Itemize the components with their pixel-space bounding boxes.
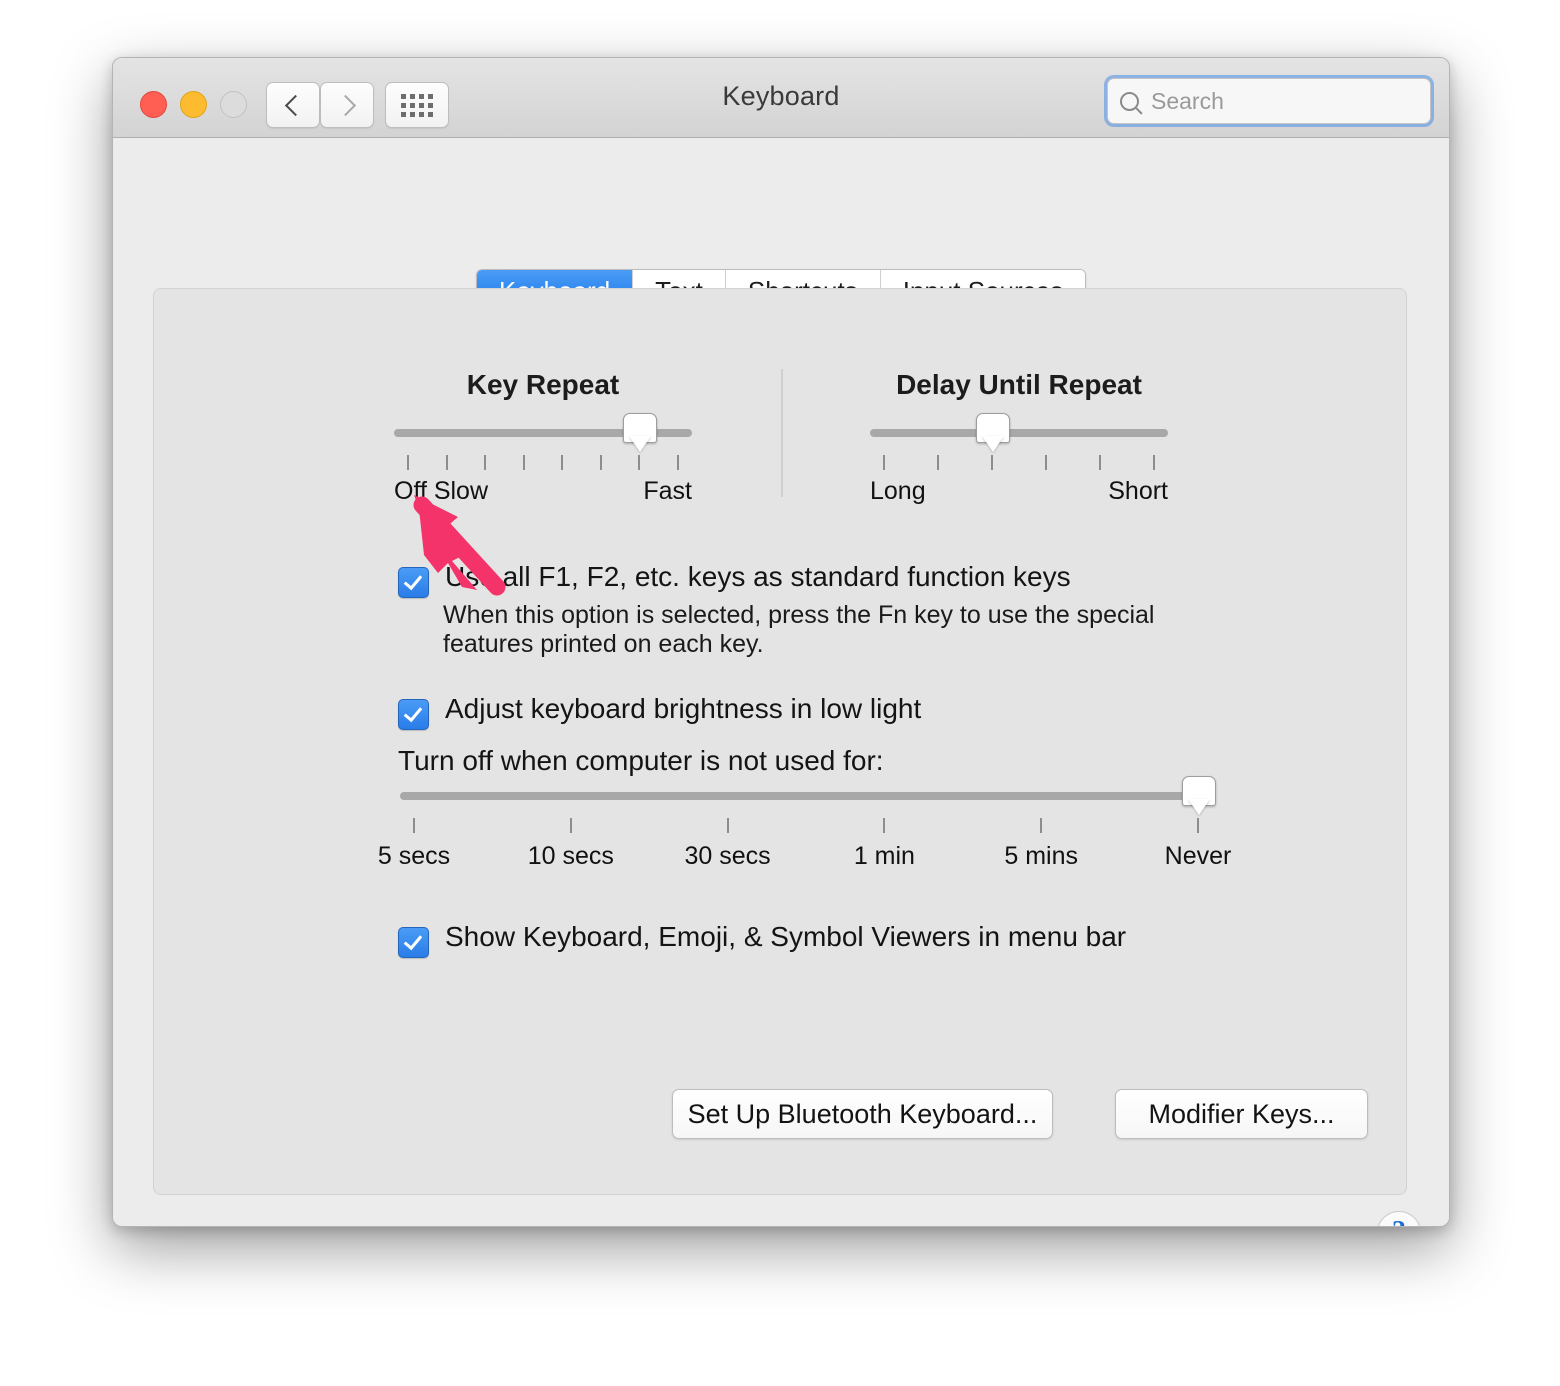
function-keys-checkbox-row[interactable]: Use all F1, F2, etc. keys as standard fu… [398, 563, 1071, 598]
turn-off-tick-label: 5 mins [1004, 842, 1079, 870]
key-repeat-slider-thumb[interactable] [623, 413, 658, 443]
brightness-checkbox[interactable] [398, 699, 429, 730]
delay-tick-marks [870, 455, 1168, 471]
search-icon [1120, 91, 1139, 111]
key-repeat-end-labels: Off Slow Fast [394, 477, 692, 509]
search-input[interactable] [1149, 86, 1418, 116]
delay-until-repeat-title: Delay Until Repeat [896, 369, 1142, 400]
turn-off-slider-thumb[interactable] [1182, 776, 1216, 806]
turn-off-tick-marks [400, 818, 1212, 834]
show-viewers-label: Show Keyboard, Emoji, & Symbol Viewers i… [445, 921, 1127, 952]
show-viewers-checkbox-row[interactable]: Show Keyboard, Emoji, & Symbol Viewers i… [398, 923, 1126, 958]
delay-slider-thumb[interactable] [976, 413, 1010, 443]
key-repeat-label-right: Fast [643, 477, 692, 505]
function-keys-description: When this option is selected, press the … [443, 601, 1155, 658]
delay-slider-track[interactable] [870, 413, 1168, 443]
turn-off-slider-track[interactable] [400, 776, 1216, 806]
key-repeat-slider-track[interactable] [394, 413, 692, 443]
window-body: Keyboard Text Shortcuts Input Sources Ke… [113, 138, 1449, 1226]
function-keys-label: Use all F1, F2, etc. keys as standard fu… [445, 561, 1071, 592]
turn-off-tick-label: 5 secs [377, 842, 451, 870]
window-titlebar: Keyboard [113, 58, 1449, 138]
vertical-divider [781, 369, 783, 497]
show-viewers-checkbox[interactable] [398, 927, 429, 958]
settings-panel: Key Repeat Off Slow Fast Delay Until Rep… [153, 288, 1407, 1195]
help-button[interactable]: ? [1377, 1211, 1421, 1226]
delay-until-repeat-slider-group: Delay Until Repeat Long Short [870, 369, 1168, 509]
key-repeat-title: Key Repeat [466, 369, 620, 400]
key-repeat-tick-marks [394, 455, 692, 471]
turn-off-tick-labels: 5 secs 10 secs 30 secs 1 min 5 mins Never [378, 842, 1231, 882]
modifier-keys-button[interactable]: Modifier Keys... [1115, 1089, 1368, 1139]
delay-end-labels: Long Short [870, 477, 1168, 509]
function-keys-checkbox[interactable] [398, 567, 429, 598]
delay-label-right: Short [1108, 477, 1168, 505]
brightness-label: Adjust keyboard brightness in low light [445, 693, 922, 724]
delay-label-left: Long [870, 477, 926, 505]
brightness-checkbox-row[interactable]: Adjust keyboard brightness in low light [398, 695, 921, 730]
turn-off-slider-group: 5 secs 10 secs 30 secs 1 min 5 mins Never [378, 776, 1231, 882]
key-repeat-label-left: Off Slow [394, 477, 489, 505]
turn-off-after-label: Turn off when computer is not used for: [398, 745, 884, 776]
turn-off-tick-label: 10 secs [527, 842, 614, 870]
turn-off-tick-label: 30 secs [684, 842, 771, 870]
set-up-bluetooth-keyboard-button[interactable]: Set Up Bluetooth Keyboard... [672, 1089, 1053, 1139]
turn-off-tick-label: 1 min [853, 842, 915, 870]
key-repeat-slider-group: Key Repeat Off Slow Fast [394, 369, 692, 509]
search-field[interactable] [1107, 78, 1431, 124]
keyboard-preferences-window: Keyboard Keyboard Text Shortcuts Input S… [112, 57, 1450, 1227]
turn-off-tick-label: Never [1164, 842, 1232, 870]
